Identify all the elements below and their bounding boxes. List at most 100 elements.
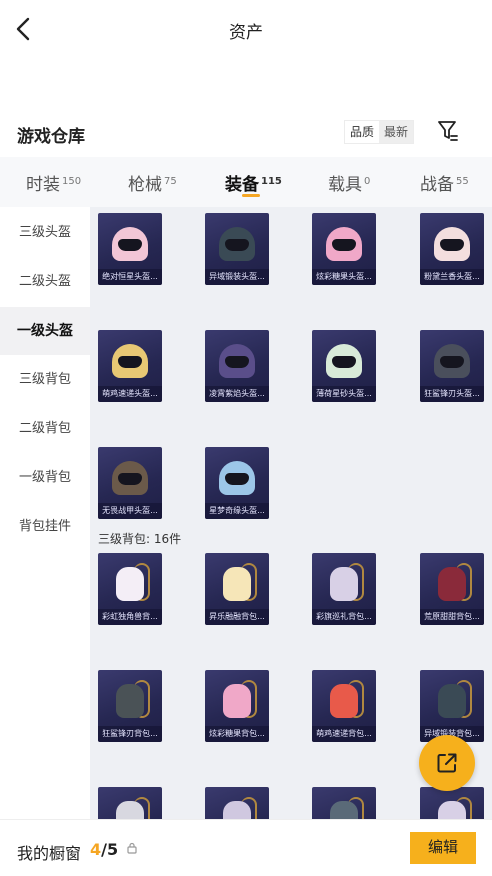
backpack-icon	[215, 678, 259, 722]
item-card[interactable]	[420, 787, 484, 819]
item-name: 狂鲨锋刃背包...	[98, 726, 162, 742]
item-card[interactable]: 昇乐融融背包...	[205, 553, 269, 625]
item-name: 彩旗巡礼背包...	[312, 609, 376, 625]
item-card[interactable]: 粉黛兰香头盔...	[420, 213, 484, 285]
edit-button[interactable]: 编辑	[410, 832, 476, 864]
tab-supplies[interactable]: 战备 55	[420, 170, 469, 195]
sort-quality-button[interactable]: 品质	[345, 121, 380, 143]
page: 资产 游戏仓库 品质 最新 时装 150 枪械 75 装备 115 载具 0 战备 55	[0, 0, 492, 876]
item-card[interactable]	[205, 787, 269, 819]
item-card[interactable]: 炫彩糖果背包...	[205, 670, 269, 742]
sidebar: 三级头盔 二级头盔 一级头盔 三级背包 二级背包 一级背包 背包挂件	[0, 207, 90, 819]
item-card[interactable]: 凌霄紫焰头盔...	[205, 330, 269, 402]
page-title: 资产	[229, 23, 263, 43]
item-name: 异域锻装头盔...	[205, 269, 269, 285]
tab-label: 时装	[26, 175, 60, 195]
tab-count: 55	[456, 176, 469, 187]
lock-icon	[127, 842, 137, 854]
backpack-icon	[430, 795, 474, 819]
tab-count: 150	[62, 176, 82, 187]
item-card[interactable]: 狂鲨锋刃背包...	[98, 670, 162, 742]
item-card[interactable]: 星梦奇缘头盔...	[205, 447, 269, 519]
item-name: 荒原甜甜背包...	[420, 609, 484, 625]
tab-count: 75	[164, 176, 177, 187]
helmet-icon	[430, 338, 474, 382]
helmet-icon	[215, 455, 259, 499]
item-card[interactable]: 萌鸡速递头盔...	[98, 330, 162, 402]
tab-count: 0	[364, 176, 371, 187]
item-name: 萌鸡速递背包...	[312, 726, 376, 742]
item-card[interactable]: 彩虹独角兽背...	[98, 553, 162, 625]
item-card[interactable]: 无畏战甲头盔...	[98, 447, 162, 519]
tab-vehicles[interactable]: 载具 0	[328, 170, 370, 195]
sidebar-item-lv2-backpack[interactable]: 二级背包	[0, 405, 90, 453]
backpack-icon	[108, 561, 152, 605]
sort-newest-button[interactable]: 最新	[379, 121, 414, 143]
sort-toggle: 品质 最新	[344, 120, 415, 144]
item-name: 炫彩糖果背包...	[205, 726, 269, 742]
item-card[interactable]: 彩旗巡礼背包...	[312, 553, 376, 625]
share-button[interactable]	[419, 735, 475, 791]
warehouse-title: 游戏仓库	[17, 127, 85, 147]
backpack-icon	[430, 561, 474, 605]
item-name: 粉黛兰香头盔...	[420, 269, 484, 285]
item-name: 萌鸡速递头盔...	[98, 386, 162, 402]
sidebar-item-lv1-backpack[interactable]: 一级背包	[0, 454, 90, 502]
tab-label: 战备	[420, 175, 454, 195]
section-label: 三级背包: 16件	[98, 532, 182, 546]
helmet-icon	[108, 338, 152, 382]
backpack-icon	[322, 678, 366, 722]
active-tab-indicator	[242, 194, 260, 197]
backpack-icon	[108, 795, 152, 819]
item-name: 狂鲨锋刃头盔...	[420, 386, 484, 402]
sidebar-item-lv3-backpack[interactable]: 三级背包	[0, 356, 90, 404]
tab-equipment[interactable]: 装备 115	[225, 170, 282, 195]
tab-fashion[interactable]: 时装 150	[26, 170, 81, 195]
header: 资产	[0, 0, 492, 58]
backpack-icon	[215, 561, 259, 605]
tab-count: 115	[261, 176, 282, 187]
share-icon	[437, 753, 457, 773]
helmet-icon	[108, 455, 152, 499]
item-name: 无畏战甲头盔...	[98, 503, 162, 519]
backpack-icon	[430, 678, 474, 722]
sidebar-item-backpack-charm[interactable]: 背包挂件	[0, 503, 90, 551]
item-card[interactable]: 萌鸡速递背包...	[312, 670, 376, 742]
helmet-icon	[322, 338, 366, 382]
helmet-icon	[108, 221, 152, 265]
item-name: 薄荷星砂头盔...	[312, 386, 376, 402]
item-card[interactable]	[312, 787, 376, 819]
bottom-bar: 我的橱窗 4/5 编辑	[0, 819, 492, 876]
item-card[interactable]: 荒原甜甜背包...	[420, 553, 484, 625]
sidebar-item-lv1-helmet[interactable]: 一级头盔	[0, 307, 90, 355]
tab-label: 枪械	[128, 175, 162, 195]
showcase-count: 4/5	[90, 840, 118, 859]
filter-button[interactable]	[437, 119, 459, 143]
item-card[interactable]	[98, 787, 162, 819]
item-card[interactable]: 绝对恒星头盔...	[98, 213, 162, 285]
filter-icon	[438, 121, 458, 141]
item-grid: 绝对恒星头盔... 异域锻装头盔... 炫彩糖果头盔... 粉黛兰香头盔... …	[90, 207, 492, 819]
tab-firearms[interactable]: 枪械 75	[128, 170, 177, 195]
item-name: 昇乐融融背包...	[205, 609, 269, 625]
item-card[interactable]: 狂鲨锋刃头盔...	[420, 330, 484, 402]
item-card[interactable]: 异域锻装背包...	[420, 670, 484, 742]
backpack-icon	[322, 795, 366, 819]
tab-label: 装备	[225, 175, 259, 195]
backpack-icon	[215, 795, 259, 819]
item-card[interactable]: 炫彩糖果头盔...	[312, 213, 376, 285]
item-card[interactable]: 薄荷星砂头盔...	[312, 330, 376, 402]
item-name: 星梦奇缘头盔...	[205, 503, 269, 519]
tab-label: 载具	[328, 175, 362, 195]
item-card[interactable]: 异域锻装头盔...	[205, 213, 269, 285]
item-name: 彩虹独角兽背...	[98, 609, 162, 625]
backpack-icon	[322, 561, 366, 605]
backpack-icon	[108, 678, 152, 722]
helmet-icon	[215, 221, 259, 265]
item-name: 凌霄紫焰头盔...	[205, 386, 269, 402]
showcase-count-total: 5	[106, 840, 119, 859]
category-tabs: 时装 150 枪械 75 装备 115 载具 0 战备 55	[0, 157, 492, 207]
sidebar-item-lv2-helmet[interactable]: 二级头盔	[0, 258, 90, 306]
item-name: 绝对恒星头盔...	[98, 269, 162, 285]
sidebar-item-lv3-helmet[interactable]: 三级头盔	[0, 209, 90, 257]
